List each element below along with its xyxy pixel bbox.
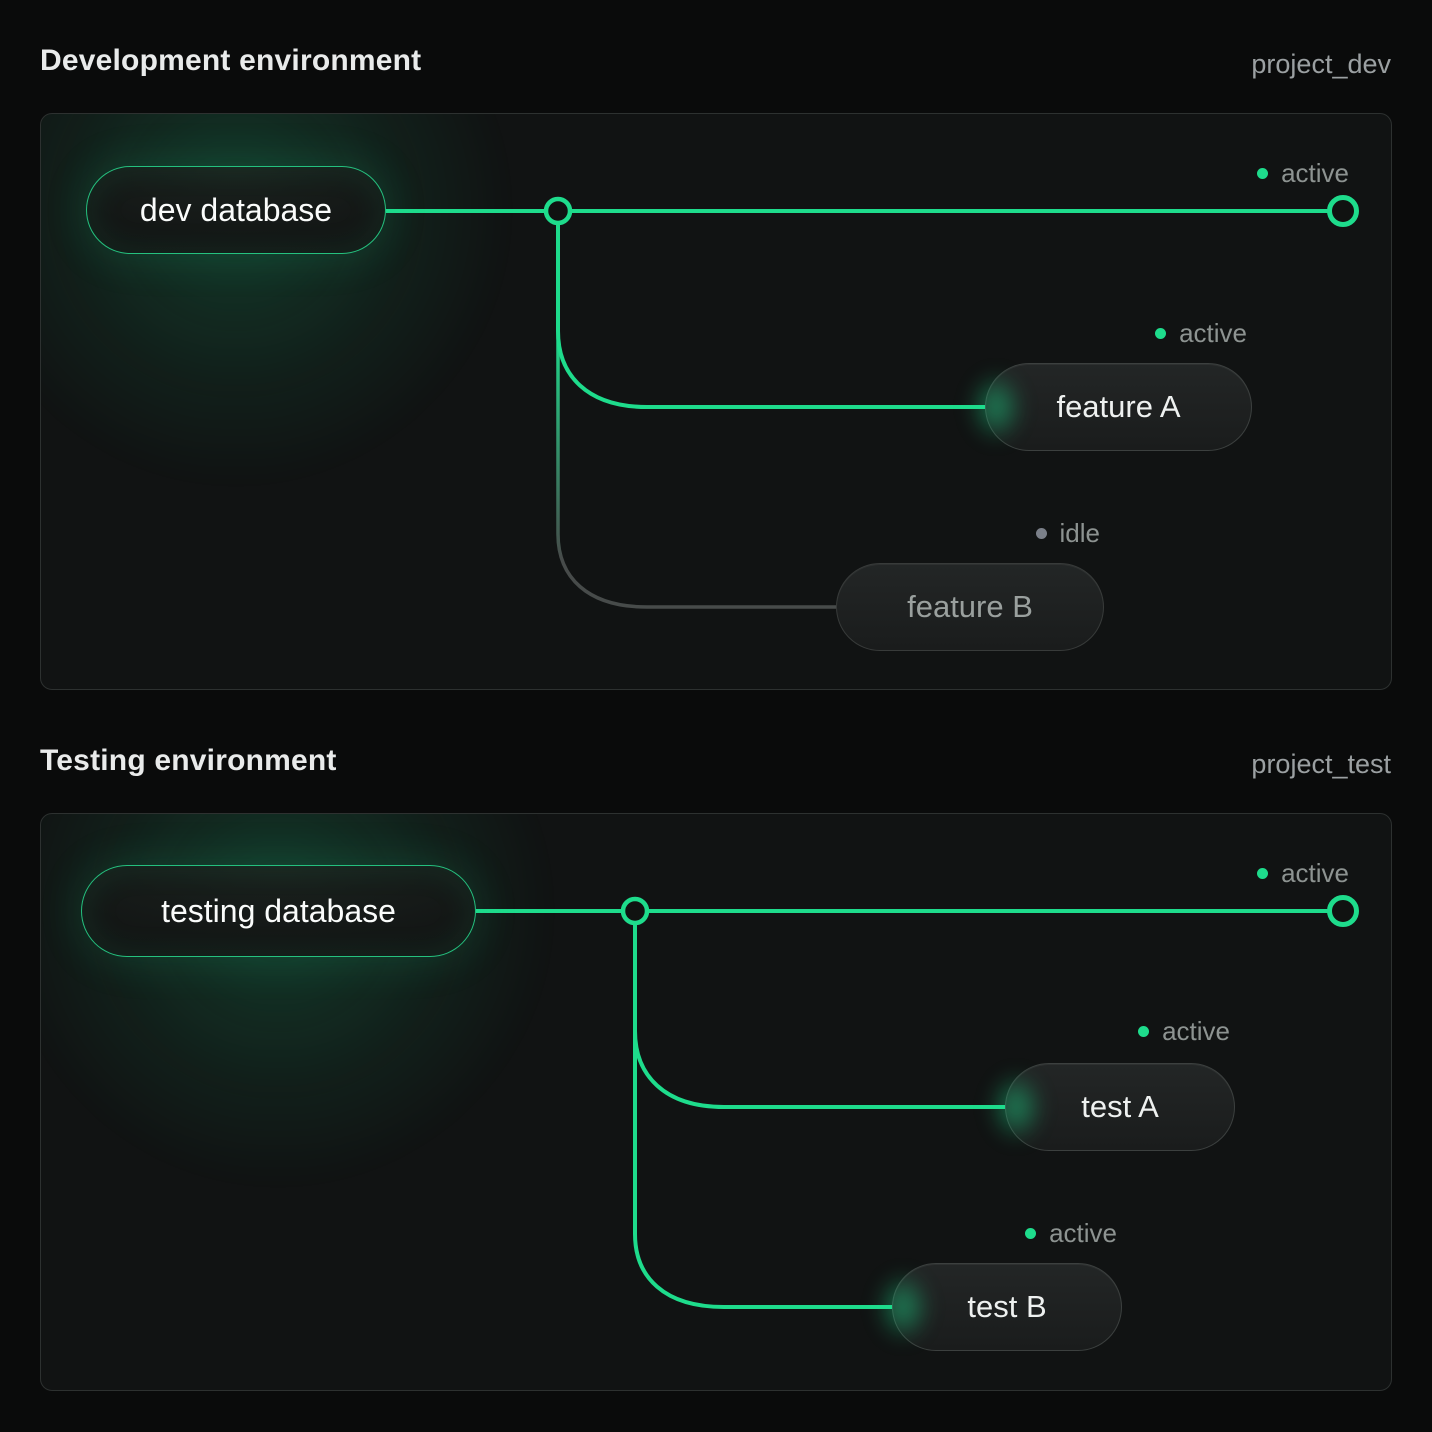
status-dot-icon (1155, 328, 1166, 339)
environment-panel: active dev database active feature A idl… (40, 113, 1392, 690)
branch-point-icon (623, 899, 647, 923)
database-node-label: dev database (140, 192, 332, 229)
branch-node-label: feature B (907, 589, 1033, 625)
status-dot-icon (1257, 868, 1268, 879)
environment-title: Development environment (40, 44, 421, 78)
status-label: active (1049, 1219, 1117, 1247)
branch-status: active (1138, 1017, 1230, 1045)
branch-status: active (1025, 1219, 1117, 1247)
branch-node: test A (1005, 1063, 1235, 1151)
branch-node: feature B (836, 563, 1104, 651)
branch-node-label: feature A (1056, 389, 1180, 425)
branch-point-icon (546, 199, 570, 223)
branch-line-test-a (635, 911, 1005, 1107)
branch-node-label: test B (967, 1289, 1046, 1325)
branch-status: idle (1036, 519, 1100, 547)
status-label: active (1281, 159, 1349, 187)
status-label: active (1179, 319, 1247, 347)
status-dot-icon (1036, 528, 1047, 539)
status-label: active (1162, 1017, 1230, 1045)
status-dot-icon (1138, 1026, 1149, 1037)
branching-diagram: Development environment project_dev acti… (0, 0, 1432, 1432)
branch-node-label: test A (1081, 1089, 1159, 1125)
branch-endpoint-icon (1330, 898, 1357, 925)
project-name: project_dev (1251, 49, 1391, 80)
branch-status: active (1155, 319, 1247, 347)
project-name: project_test (1251, 749, 1391, 780)
status-dot-icon (1257, 168, 1268, 179)
database-node: dev database (86, 166, 386, 254)
branch-node: feature A (985, 363, 1252, 451)
status-label: idle (1060, 519, 1100, 547)
branch-node: test B (892, 1263, 1122, 1351)
main-branch-status: active (1257, 159, 1349, 187)
database-node-label: testing database (161, 893, 396, 930)
status-dot-icon (1025, 1228, 1036, 1239)
main-branch-status: active (1257, 859, 1349, 887)
environment-title: Testing environment (40, 744, 337, 778)
status-label: active (1281, 859, 1349, 887)
branch-endpoint-icon (1330, 198, 1357, 225)
environment-panel: active testing database active test A ac… (40, 813, 1392, 1391)
branch-line-feature-a (558, 211, 985, 407)
database-node: testing database (81, 865, 476, 957)
